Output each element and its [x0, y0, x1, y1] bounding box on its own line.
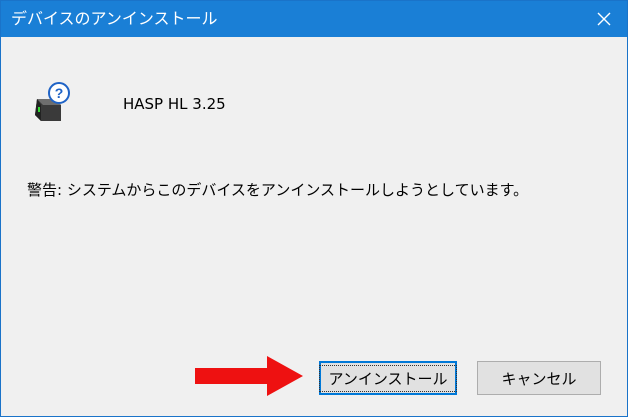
- svg-text:?: ?: [55, 85, 64, 101]
- uninstall-button[interactable]: アンインストール: [319, 361, 457, 395]
- cancel-button-label: キャンセル: [501, 369, 577, 388]
- close-button[interactable]: [581, 1, 627, 37]
- dialog-title: デバイスのアンインストール: [11, 9, 218, 28]
- red-arrow-right-icon: [195, 356, 303, 396]
- close-icon: [597, 12, 611, 26]
- usb-device-question-icon: ?: [35, 82, 70, 121]
- cancel-button[interactable]: キャンセル: [477, 361, 601, 395]
- uninstall-device-dialog: デバイスのアンインストール ? HASP HL 3.25 警告: システムからこ…: [0, 0, 628, 417]
- warning-text: 警告: システムからこのデバイスをアンインストールしようとしています。: [27, 181, 529, 199]
- device-info: ? HASP HL 3.25: [27, 81, 427, 129]
- uninstall-button-label: アンインストール: [319, 364, 457, 392]
- device-name: HASP HL 3.25: [123, 95, 226, 113]
- title-bar[interactable]: デバイスのアンインストール: [1, 1, 627, 37]
